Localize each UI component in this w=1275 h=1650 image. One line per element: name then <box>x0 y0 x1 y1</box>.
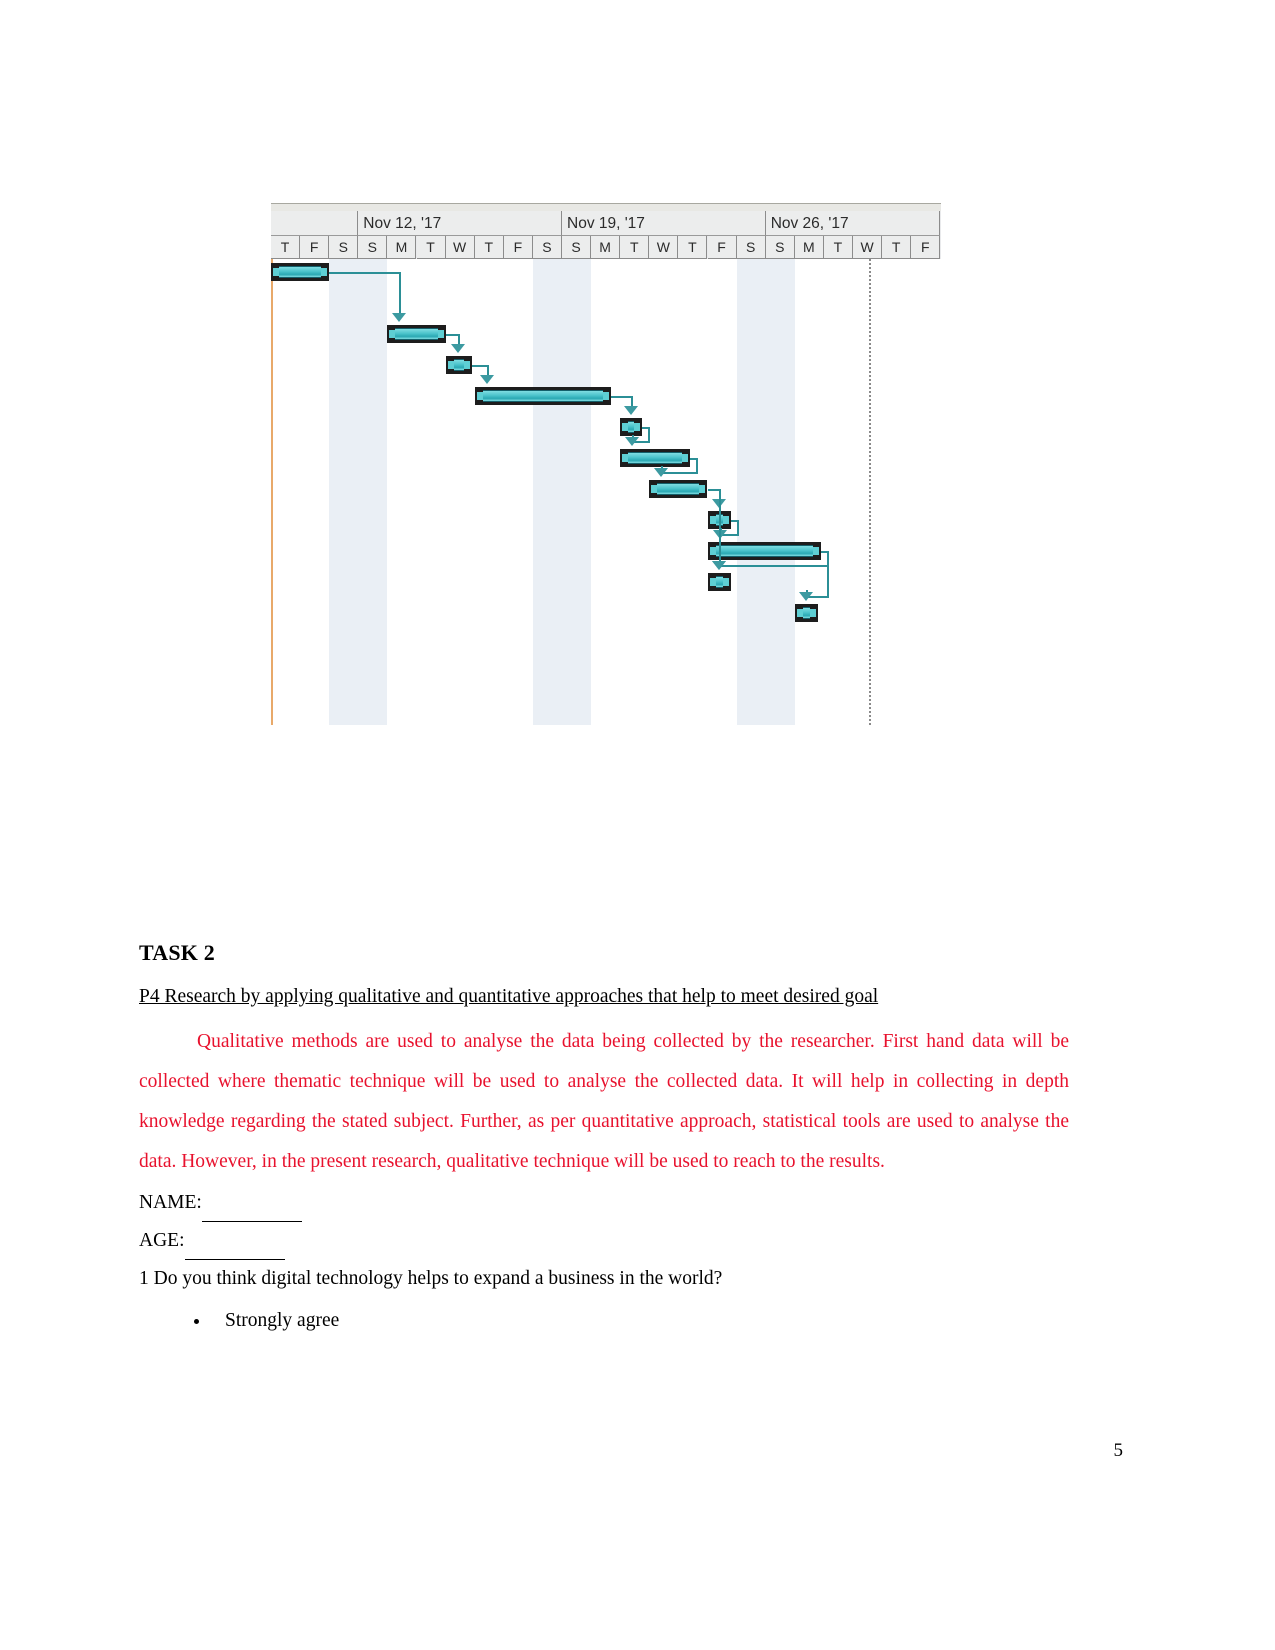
gantt-week-label: Nov 26, '17 <box>765 211 941 236</box>
task-bar-5[interactable] <box>620 418 643 436</box>
gantt-day-label: T <box>823 236 853 259</box>
dependency-link <box>719 565 829 567</box>
name-label: NAME: <box>139 1192 202 1214</box>
project-start-line <box>271 259 273 725</box>
dependency-arrow <box>712 561 727 570</box>
dependency-arrow <box>625 437 640 446</box>
weekend-band <box>329 259 359 725</box>
dependency-arrow <box>450 344 465 353</box>
task-bar-7[interactable] <box>649 480 708 498</box>
weekend-band <box>358 259 388 725</box>
document-body: TASK 2 P4 Research by applying qualitati… <box>139 940 1069 1339</box>
weekend-band <box>562 259 592 725</box>
task-bar-10[interactable] <box>707 573 731 591</box>
gantt-day-label: M <box>794 236 824 259</box>
dependency-link <box>329 272 400 274</box>
gantt-week-label: Nov 12, '17 <box>358 211 562 236</box>
gantt-day-label: T <box>416 236 446 259</box>
age-label: AGE: <box>139 1230 185 1252</box>
weekend-band <box>736 259 766 725</box>
gantt-day-row: TFSSMTWTFSSMTWTFSSMTWTF <box>271 236 941 259</box>
gantt-day-label: S <box>358 236 388 259</box>
gantt-day-label: F <box>911 236 941 259</box>
age-blank[interactable] <box>184 1242 285 1261</box>
gantt-day-label: S <box>329 236 359 259</box>
dependency-arrow <box>654 468 669 477</box>
gantt-day-label: M <box>387 236 417 259</box>
task-bar-11[interactable] <box>794 604 819 622</box>
weekend-band <box>765 259 795 725</box>
gantt-day-label: S <box>562 236 592 259</box>
dependency-arrow <box>799 592 814 601</box>
gantt-day-label: F <box>503 236 533 259</box>
dependency-link <box>826 551 829 598</box>
today-marker-line <box>869 259 871 725</box>
gantt-day-label: W <box>853 236 883 259</box>
task-bar-1[interactable] <box>271 263 330 281</box>
task-bar-2[interactable] <box>387 325 446 343</box>
page-title: TASK 2 <box>139 940 215 965</box>
gantt-day-label: F <box>707 236 737 259</box>
gantt-day-label: T <box>620 236 650 259</box>
name-field-line: NAME: <box>139 1184 1069 1223</box>
option-item[interactable]: Strongly agree <box>211 1302 1069 1339</box>
gantt-week-label <box>271 211 359 236</box>
age-field-line: AGE: <box>139 1222 1069 1261</box>
section-heading: P4 Research by applying qualitative and … <box>139 986 879 1007</box>
dependency-link <box>611 396 632 398</box>
name-blank[interactable] <box>201 1204 302 1223</box>
dependency-arrow <box>392 313 407 322</box>
task-bar-9[interactable] <box>707 542 821 560</box>
page-number: 5 <box>1113 1440 1124 1461</box>
gantt-day-label: S <box>736 236 766 259</box>
document-page: Nov 12, '17 Nov 19, '17 Nov 26, '17 TFSSMT… <box>0 0 1275 1650</box>
body-paragraph: Qualitative methods are used to analyse … <box>139 1031 1069 1173</box>
gantt-day-label: T <box>678 236 708 259</box>
dependency-link <box>707 489 720 491</box>
gantt-timescale-header: Nov 12, '17 Nov 19, '17 Nov 26, '17 TFSSMT… <box>271 211 941 259</box>
gantt-week-label: Nov 19, '17 <box>562 211 766 236</box>
weekend-band <box>532 259 562 725</box>
gantt-chart: Nov 12, '17 Nov 19, '17 Nov 26, '17 TFSSMT… <box>271 203 941 725</box>
dependency-arrow <box>624 406 639 415</box>
task-bar-4[interactable] <box>474 387 612 405</box>
dependency-link <box>445 334 458 336</box>
task-bar-3[interactable] <box>445 356 472 374</box>
gantt-day-label: M <box>591 236 621 259</box>
gantt-day-label: S <box>532 236 562 259</box>
gantt-day-label: W <box>445 236 475 259</box>
dependency-arrow <box>479 375 494 384</box>
question-1-options: Strongly agree <box>139 1302 1069 1339</box>
gantt-day-label: S <box>765 236 795 259</box>
dependency-link <box>399 272 402 319</box>
gantt-day-label: F <box>300 236 330 259</box>
gantt-day-label: T <box>474 236 504 259</box>
dependency-link <box>719 489 722 567</box>
dependency-link <box>471 365 487 367</box>
question-1: 1 Do you think digital technology helps … <box>139 1268 723 1290</box>
gantt-plot-area <box>271 259 941 725</box>
gantt-day-label: W <box>649 236 679 259</box>
gantt-day-label: T <box>882 236 912 259</box>
task-bar-6[interactable] <box>620 449 691 467</box>
gantt-day-label: T <box>271 236 301 259</box>
gantt-week-row: Nov 12, '17 Nov 19, '17 Nov 26, '17 <box>271 211 941 236</box>
